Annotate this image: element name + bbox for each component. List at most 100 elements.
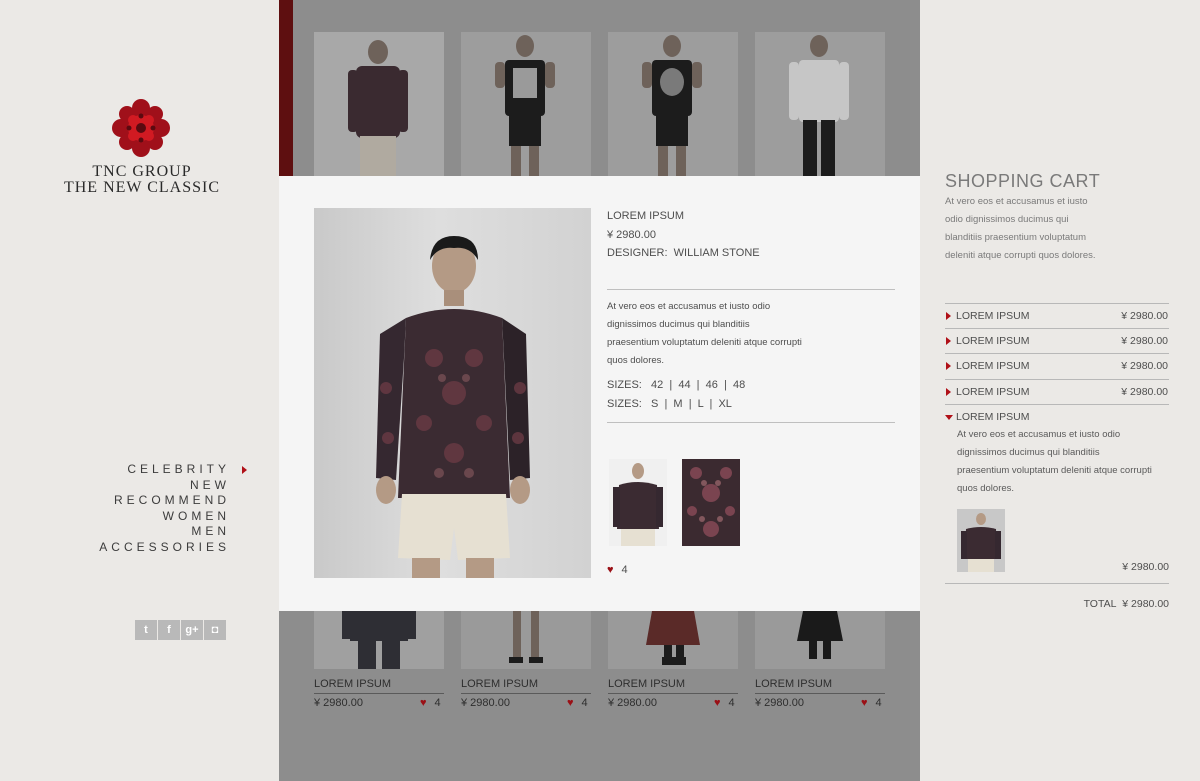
product-name[interactable]: LOREM IPSUM: [314, 678, 444, 694]
size-selector[interactable]: 42 | 44 | 46 | 48: [651, 379, 745, 391]
heart-icon[interactable]: ♥: [714, 697, 721, 709]
like-counter[interactable]: ♥ 4: [607, 564, 628, 576]
product-price: ¥ 2980.00: [461, 697, 510, 709]
sizes-label: SIZES:: [607, 379, 642, 391]
heart-icon[interactable]: ♥: [607, 564, 614, 576]
divider: [607, 422, 895, 423]
expand-arrow-icon[interactable]: [946, 337, 951, 345]
cart-title: SHOPPING CART: [945, 171, 1101, 191]
cart-item-price: ¥ 2980.00: [1121, 310, 1168, 322]
like-count: 4: [621, 564, 628, 576]
expand-arrow-icon[interactable]: [946, 388, 951, 396]
instagram-icon[interactable]: ◘: [204, 620, 226, 640]
description-line: At vero eos et accusamus et iusto odio: [607, 301, 771, 312]
product-description: At vero eos et accusamus et iusto odio d…: [607, 298, 802, 370]
cart-item-price: ¥ 2980.00: [1122, 561, 1169, 573]
gallery-thumb[interactable]: [314, 32, 444, 176]
cart-item-name: LOREM IPSUM: [956, 360, 1030, 372]
nav-item-recommend[interactable]: RECOMMEND: [99, 493, 230, 509]
gallery-thumb[interactable]: [608, 32, 738, 176]
sizes-label: SIZES:: [607, 398, 642, 410]
cart-item[interactable]: LOREM IPSUM ¥ 2980.00: [945, 328, 1169, 353]
description-line: praesentium voluptatum deleniti atque co…: [957, 465, 1152, 476]
designer-name[interactable]: WILLIAM STONE: [674, 247, 760, 259]
nav-item-men[interactable]: MEN: [99, 524, 230, 540]
description-line: dignissimos ducimus qui blanditiis: [607, 319, 750, 330]
accent-bar: [279, 0, 293, 176]
product-name[interactable]: LOREM IPSUM: [755, 678, 885, 694]
nav-item-women[interactable]: WOMEN: [99, 509, 230, 525]
description-line: deleniti atque corrupti quos dolores.: [945, 250, 1096, 261]
twitter-icon[interactable]: t: [135, 620, 157, 640]
like-counter[interactable]: ♥ 4: [567, 697, 588, 709]
heart-icon[interactable]: ♥: [861, 697, 868, 709]
cart-item-name: LOREM IPSUM: [956, 310, 1030, 322]
heart-icon[interactable]: ♥: [420, 697, 427, 709]
social-links: t f g+ ◘: [135, 620, 226, 640]
product-title: LOREM IPSUM: [607, 210, 685, 222]
like-count: 4: [581, 697, 588, 709]
cart-item-price: ¥ 2980.00: [1121, 335, 1168, 347]
product-alt-image[interactable]: [609, 459, 667, 546]
description-line: quos dolores.: [607, 355, 665, 366]
product-designer: DESIGNER: WILLIAM STONE: [607, 247, 760, 259]
like-count: 4: [434, 697, 441, 709]
cart-item-name: LOREM IPSUM: [956, 411, 1030, 423]
description-line: odio dignissimos ducimus qui: [945, 214, 1069, 225]
expand-arrow-icon[interactable]: [946, 312, 951, 320]
description-line: At vero eos et accusamus et iusto: [945, 196, 1088, 207]
google-plus-icon[interactable]: g+: [181, 620, 203, 640]
expand-arrow-icon[interactable]: [946, 362, 951, 370]
like-counter[interactable]: ♥ 4: [714, 697, 735, 709]
like-count: 4: [875, 697, 882, 709]
nav-active-arrow-icon: [242, 466, 247, 474]
product-price: ¥ 2980.00: [608, 697, 657, 709]
total-value: ¥ 2980.00: [1122, 598, 1169, 610]
description-line: dignissimos ducimus qui blanditiis: [957, 447, 1100, 458]
divider: [607, 289, 895, 290]
collapse-arrow-icon[interactable]: [945, 415, 953, 420]
cart-item-price: ¥ 2980.00: [1121, 360, 1168, 372]
cart-item[interactable]: LOREM IPSUM ¥ 2980.00: [945, 379, 1169, 404]
product-hero-image[interactable]: [314, 208, 591, 578]
gallery-thumb[interactable]: [461, 32, 591, 176]
like-counter[interactable]: ♥ 4: [420, 697, 441, 709]
shopping-cart-panel: SHOPPING CART At vero eos et accusamus e…: [920, 0, 1200, 781]
cart-item[interactable]: LOREM IPSUM ¥ 2980.00: [945, 353, 1169, 378]
brand-tagline: THE NEW CLASSIC: [63, 179, 221, 196]
gallery-thumb[interactable]: [755, 32, 885, 176]
size-selector[interactable]: S | M | L | XL: [651, 398, 732, 410]
divider: [945, 583, 1169, 584]
designer-label: DESIGNER:: [607, 247, 668, 259]
total-label: TOTAL: [1083, 598, 1117, 610]
heart-icon[interactable]: ♥: [567, 697, 574, 709]
cart-item-price: ¥ 2980.00: [1121, 386, 1168, 398]
gallery-thumb[interactable]: [608, 611, 738, 669]
main-nav: CELEBRITY NEW RECOMMEND WOMEN MEN ACCESS…: [99, 462, 230, 555]
logo-flower-icon[interactable]: [109, 96, 173, 160]
description-line: blanditiis praesentium voluptatum: [945, 232, 1086, 243]
size-options-letter: SIZES: S | M | L | XL: [607, 398, 732, 410]
cart-item-name: LOREM IPSUM: [956, 386, 1030, 398]
cart-total: TOTAL ¥ 2980.00: [1084, 598, 1169, 610]
size-options-numeric: SIZES: 42 | 44 | 46 | 48: [607, 379, 745, 391]
gallery-thumb[interactable]: [461, 611, 591, 669]
cart-item-image[interactable]: [957, 509, 1005, 572]
gallery-thumb[interactable]: [755, 611, 885, 669]
like-counter[interactable]: ♥ 4: [861, 697, 882, 709]
product-fabric-image[interactable]: [682, 459, 740, 546]
nav-item-celebrity[interactable]: CELEBRITY: [99, 462, 230, 478]
description-line: At vero eos et accusamus et iusto odio: [957, 429, 1121, 440]
facebook-icon[interactable]: f: [158, 620, 180, 640]
description-line: praesentium voluptatum deleniti atque co…: [607, 337, 802, 348]
gallery-thumb[interactable]: [314, 611, 444, 669]
cart-item[interactable]: LOREM IPSUM ¥ 2980.00: [945, 303, 1169, 328]
product-name[interactable]: LOREM IPSUM: [461, 678, 591, 694]
product-detail-panel: LOREM IPSUM ¥ 2980.00 DESIGNER: WILLIAM …: [279, 176, 920, 611]
left-sidebar: TNC GROUP THE NEW CLASSIC CELEBRITY NEW …: [0, 0, 279, 781]
nav-item-accessories[interactable]: ACCESSORIES: [99, 540, 230, 556]
nav-item-new[interactable]: NEW: [99, 478, 230, 494]
product-price: ¥ 2980.00: [755, 697, 804, 709]
like-count: 4: [728, 697, 735, 709]
product-name[interactable]: LOREM IPSUM: [608, 678, 738, 694]
